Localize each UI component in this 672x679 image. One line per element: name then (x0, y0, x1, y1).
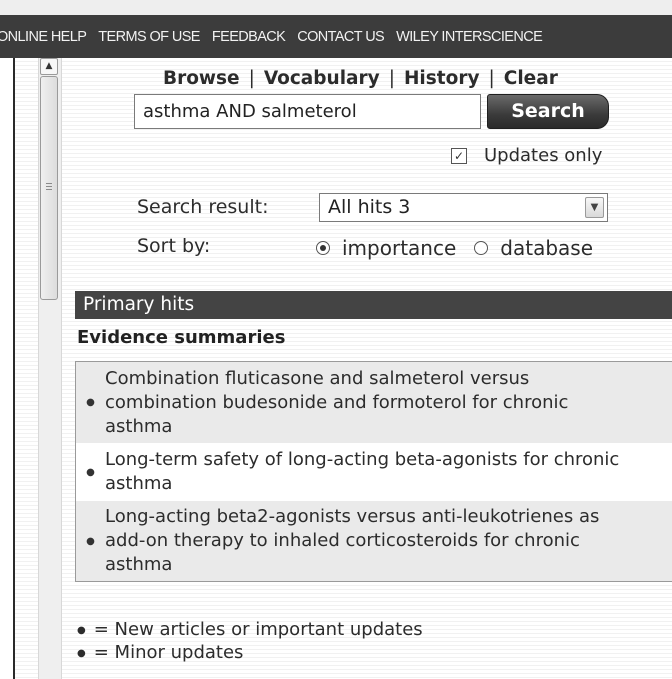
title-line: add-on therapy to inhaled corticosteroid… (105, 530, 580, 551)
search-result-value: All hits 3 (328, 196, 411, 218)
title-line: Long-term safety of long-acting beta-ago… (105, 449, 620, 470)
bullet-icon: ● (77, 625, 86, 636)
toolbar-links: Browse | Vocabulary | History | Clear (163, 65, 558, 91)
triangle-up-icon: ▲ (45, 61, 53, 71)
nav-contact-us[interactable]: CONTACT US (297, 29, 385, 45)
list-item[interactable]: ● Long-term safety of long-acting beta-a… (76, 443, 672, 501)
left-frame-border (0, 58, 15, 679)
sort-by-label: Sort by: (137, 235, 211, 257)
scroll-thumb[interactable] (40, 76, 58, 300)
top-bar: ONLINE HELP TERMS OF USE FEEDBACK CONTAC… (0, 0, 672, 58)
history-link[interactable]: History (404, 68, 480, 89)
top-nav: ONLINE HELP TERMS OF USE FEEDBACK CONTAC… (0, 15, 672, 58)
chevron-down-icon[interactable]: ▼ (585, 197, 604, 218)
legend-minor-text: = Minor updates (93, 642, 244, 663)
legend-new-text: = New articles or important updates (93, 619, 423, 640)
legend-minor: ● = Minor updates (77, 642, 243, 663)
scroll-up-button[interactable]: ▲ (40, 58, 58, 75)
bullet-icon: ● (77, 648, 86, 659)
clear-link[interactable]: Clear (504, 68, 558, 89)
evidence-list: ● Combination fluticasone and salmeterol… (75, 361, 672, 582)
search-result-select[interactable]: All hits 3 ▼ (319, 193, 608, 222)
sort-database-radio[interactable] (474, 241, 489, 255)
updates-only-checkbox[interactable]: ✓ (451, 147, 467, 164)
nav-wiley-interscience[interactable]: WILEY INTERSCIENCE (396, 29, 543, 45)
search-result-label: Search result: (137, 196, 269, 218)
title-line: Combination fluticasone and salmeterol v… (105, 367, 530, 389)
grip-icon (46, 183, 52, 191)
bullet-icon: ● (86, 397, 95, 408)
separator: | (388, 67, 395, 89)
sort-database-label[interactable]: database (500, 236, 593, 260)
title-line: combination budesonide and formoterol fo… (105, 391, 569, 413)
title-line: asthma (105, 554, 173, 575)
list-item[interactable]: ● Long-acting beta2-agonists versus anti… (76, 501, 672, 581)
search-input[interactable] (134, 94, 481, 129)
nav-feedback[interactable]: FEEDBACK (212, 29, 286, 45)
bullet-icon: ● (86, 535, 95, 547)
sort-options: importance database (316, 236, 593, 260)
sort-importance-radio[interactable] (316, 241, 330, 255)
list-item-title[interactable]: Long-acting beta2-agonists versus anti-l… (105, 505, 599, 577)
list-item-title[interactable]: Long-term safety of long-acting beta-ago… (105, 448, 619, 496)
title-line: asthma (105, 473, 173, 494)
title-line: asthma (105, 415, 173, 437)
bullet-icon: ● (86, 466, 95, 478)
nav-terms-of-use[interactable]: TERMS OF USE (98, 29, 200, 45)
separator: | (488, 67, 495, 89)
separator: | (248, 67, 255, 89)
list-item-title[interactable]: Combination fluticasone and salmeterol v… (105, 367, 568, 439)
search-button[interactable]: Search (487, 94, 609, 129)
sort-importance-label[interactable]: importance (342, 236, 456, 260)
title-line: Long-acting beta2-agonists versus anti-l… (105, 506, 600, 527)
primary-hits-header: Primary hits (75, 291, 672, 319)
list-item[interactable]: ● Combination fluticasone and salmeterol… (76, 362, 672, 443)
nav-online-help[interactable]: ONLINE HELP (0, 29, 87, 45)
updates-only-option[interactable]: ✓ Updates only (451, 145, 602, 166)
vocabulary-link[interactable]: Vocabulary (264, 68, 380, 89)
evidence-summaries-title: Evidence summaries (77, 327, 286, 348)
browse-link[interactable]: Browse (163, 68, 240, 89)
updates-only-label: Updates only (484, 145, 603, 166)
legend-new: ● = New articles or important updates (77, 619, 423, 640)
check-mark-icon: ✓ (453, 148, 465, 163)
